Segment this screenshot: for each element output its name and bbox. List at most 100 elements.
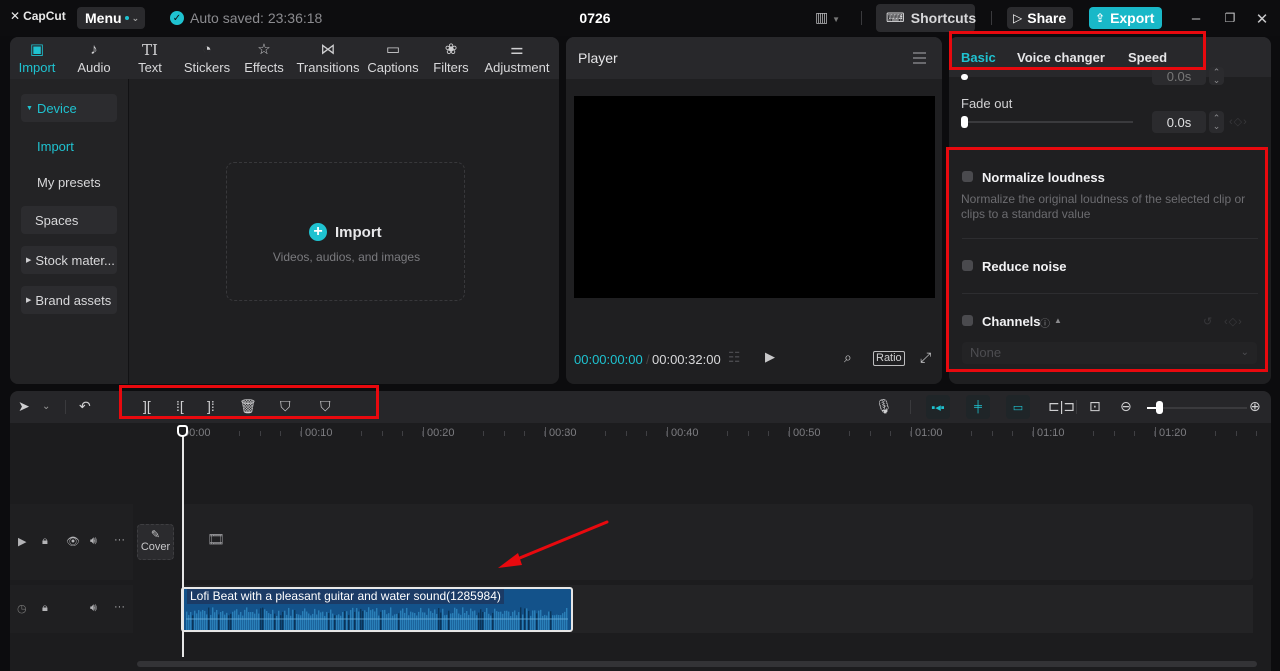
split-left-icon[interactable]: ⁞[ bbox=[176, 398, 184, 414]
time-ruler[interactable]: 00:00 00:10 00:20 00:30 00:40 00:50 01:00 01:10… bbox=[133, 423, 1271, 445]
reduce-noise-checkbox[interactable] bbox=[962, 260, 973, 271]
import-dropzone[interactable]: + Import Videos, audios, and images bbox=[226, 162, 465, 301]
undo-icon[interactable]: ↶ bbox=[79, 398, 91, 415]
marker-icon[interactable]: ⛉ bbox=[320, 398, 331, 415]
ai-marker-icon[interactable]: ⛉ bbox=[280, 398, 291, 415]
channels-title: Channels bbox=[982, 314, 1041, 329]
split-icon[interactable]: ][ bbox=[143, 398, 151, 414]
tab-transitions[interactable]: ⋈ Transitions bbox=[290, 37, 366, 79]
sidebar-item-my-presets[interactable]: My presets bbox=[21, 168, 117, 196]
link-clips-icon[interactable]: ▭ bbox=[1006, 395, 1030, 419]
keyframe-icon[interactable]: ‹◇› bbox=[1224, 315, 1243, 328]
close-icon[interactable]: ✕ bbox=[1254, 10, 1270, 28]
lock-icon[interactable]: 🔒︎ bbox=[42, 602, 48, 615]
fade-out-slider-knob[interactable] bbox=[961, 116, 968, 128]
horizontal-scrollbar[interactable] bbox=[137, 661, 1257, 667]
play-icon[interactable]: ▶ bbox=[765, 349, 775, 365]
waveform-bar bbox=[432, 612, 434, 630]
preview-axis-icon[interactable]: ⊏|⊐ bbox=[1048, 398, 1075, 415]
keyframe-icon[interactable]: ‹◇› bbox=[1229, 115, 1248, 128]
fade-out-stepper[interactable]: ⌃ ⌄ bbox=[1209, 111, 1224, 133]
microphone-icon[interactable]: 🎙 bbox=[875, 398, 893, 415]
lock-icon[interactable]: 🔒︎ bbox=[42, 535, 48, 548]
tab-stickers[interactable]: ◔ Stickers bbox=[176, 37, 238, 79]
fade-out-value[interactable]: 0.0s bbox=[1152, 111, 1206, 133]
reset-icon[interactable]: ↺ bbox=[1203, 315, 1213, 328]
tab-filters[interactable]: ❀ Filters bbox=[420, 37, 482, 79]
sidebar-item-import[interactable]: Import bbox=[21, 132, 117, 160]
chevron-down-icon[interactable]: ⌄ bbox=[42, 401, 50, 412]
sidebar-item-spaces[interactable]: Spaces bbox=[21, 206, 117, 234]
eye-icon[interactable]: 👁︎ bbox=[66, 535, 80, 548]
sidebar-item-brand-assets[interactable]: ▶ Brand assets bbox=[21, 286, 117, 314]
cover-button[interactable]: ✎ Cover bbox=[137, 524, 174, 560]
waveform-bar bbox=[336, 615, 338, 630]
grid-icon[interactable]: ☷ bbox=[728, 349, 741, 366]
more-icon[interactable]: ··· bbox=[114, 534, 125, 546]
ruler-minor-tick bbox=[239, 431, 241, 436]
tab-import[interactable]: ▣ Import bbox=[10, 37, 64, 79]
video-preview[interactable] bbox=[574, 96, 935, 298]
normalize-checkbox[interactable] bbox=[962, 171, 973, 182]
waveform-bar bbox=[188, 614, 190, 630]
export-button[interactable]: ⇪ Export bbox=[1089, 7, 1162, 29]
split-right-icon[interactable]: ]⁞ bbox=[207, 398, 215, 414]
channels-select[interactable]: None ⌄ bbox=[962, 342, 1257, 364]
waveform-bar bbox=[466, 610, 468, 630]
restore-icon[interactable]: ❐ bbox=[1222, 11, 1238, 25]
import-icon: ▣ bbox=[29, 41, 45, 58]
fade-in-value[interactable]: 0.0s bbox=[1152, 67, 1206, 85]
waveform-bar bbox=[480, 609, 482, 630]
zoom-fit-icon[interactable]: ⌕ bbox=[844, 349, 852, 366]
share-button[interactable]: ▷ Share bbox=[1007, 7, 1073, 29]
video-track-lane[interactable]: 🎞︎ bbox=[182, 504, 1253, 580]
help-icon[interactable]: ⓘ bbox=[1040, 315, 1050, 330]
channels-checkbox[interactable] bbox=[962, 315, 973, 326]
main-track-magnet-icon[interactable]: ▪◂▪ bbox=[926, 395, 950, 419]
waveform-bar bbox=[370, 610, 372, 630]
fade-in-slider-knob[interactable] bbox=[961, 74, 968, 80]
delete-icon[interactable]: 🗑 bbox=[239, 398, 257, 415]
caret-up-icon[interactable]: ▲ bbox=[1054, 316, 1062, 325]
speaker-icon[interactable]: 🔊︎ bbox=[90, 602, 97, 615]
waveform-bar bbox=[382, 610, 384, 630]
waveform-bar bbox=[448, 610, 450, 630]
playhead-handle[interactable] bbox=[177, 425, 188, 437]
select-cursor-icon[interactable]: ➤ bbox=[18, 398, 30, 415]
menu-icon[interactable] bbox=[913, 52, 926, 67]
tab-captions[interactable]: ▭ Captions bbox=[366, 37, 420, 79]
fade-out-slider[interactable] bbox=[963, 121, 1133, 123]
tab-audio[interactable]: ♪ Audio bbox=[64, 37, 124, 79]
waveform-bar bbox=[446, 614, 448, 630]
sidebar-item-stock[interactable]: ▶ Stock mater... bbox=[21, 246, 117, 274]
sidebar-item-device[interactable]: ▼ Device bbox=[21, 94, 117, 122]
tab-effects[interactable]: ☆ Effects bbox=[238, 37, 290, 79]
tab-speed[interactable]: Speed bbox=[1128, 50, 1167, 65]
ratio-button[interactable]: Ratio bbox=[873, 351, 905, 366]
speaker-icon[interactable]: 🔊︎ bbox=[90, 535, 97, 548]
auto-snap-icon[interactable]: ╪ bbox=[966, 395, 990, 419]
import-button[interactable]: + Import bbox=[309, 223, 382, 241]
zoom-in-icon[interactable]: ⊕ bbox=[1249, 398, 1261, 415]
minimize-icon[interactable]: – bbox=[1188, 10, 1204, 27]
shortcuts-button[interactable]: ⌨ Shortcuts bbox=[876, 4, 977, 32]
audio-waveform bbox=[186, 607, 568, 630]
zoom-slider-knob[interactable] bbox=[1156, 401, 1163, 414]
fullscreen-icon[interactable]: ⤢ bbox=[920, 349, 931, 366]
zoom-out-icon[interactable]: ⊖ bbox=[1120, 398, 1132, 415]
tab-basic[interactable]: Basic bbox=[961, 50, 996, 65]
waveform-bar bbox=[362, 611, 364, 630]
tab-adjustment[interactable]: ⚌ Adjustment bbox=[482, 37, 552, 79]
zoom-to-fit-icon[interactable]: ⊡ bbox=[1089, 398, 1101, 415]
menu-button[interactable]: Menu ⌄ bbox=[77, 7, 145, 29]
layout-icon[interactable]: ▥ ▼ bbox=[815, 9, 840, 26]
more-icon[interactable]: ··· bbox=[114, 601, 125, 613]
audio-clip[interactable]: Lofi Beat with a pleasant guitar and wat… bbox=[181, 587, 573, 632]
waveform-bar bbox=[186, 611, 188, 630]
shortcuts-label: Shortcuts bbox=[910, 10, 977, 26]
tab-voice-changer[interactable]: Voice changer bbox=[1017, 50, 1105, 65]
playhead[interactable] bbox=[182, 425, 184, 657]
fade-in-stepper[interactable]: ⌃ ⌄ bbox=[1209, 67, 1224, 85]
tab-text[interactable]: TI Text bbox=[124, 37, 176, 79]
waveform-bar bbox=[372, 609, 374, 630]
